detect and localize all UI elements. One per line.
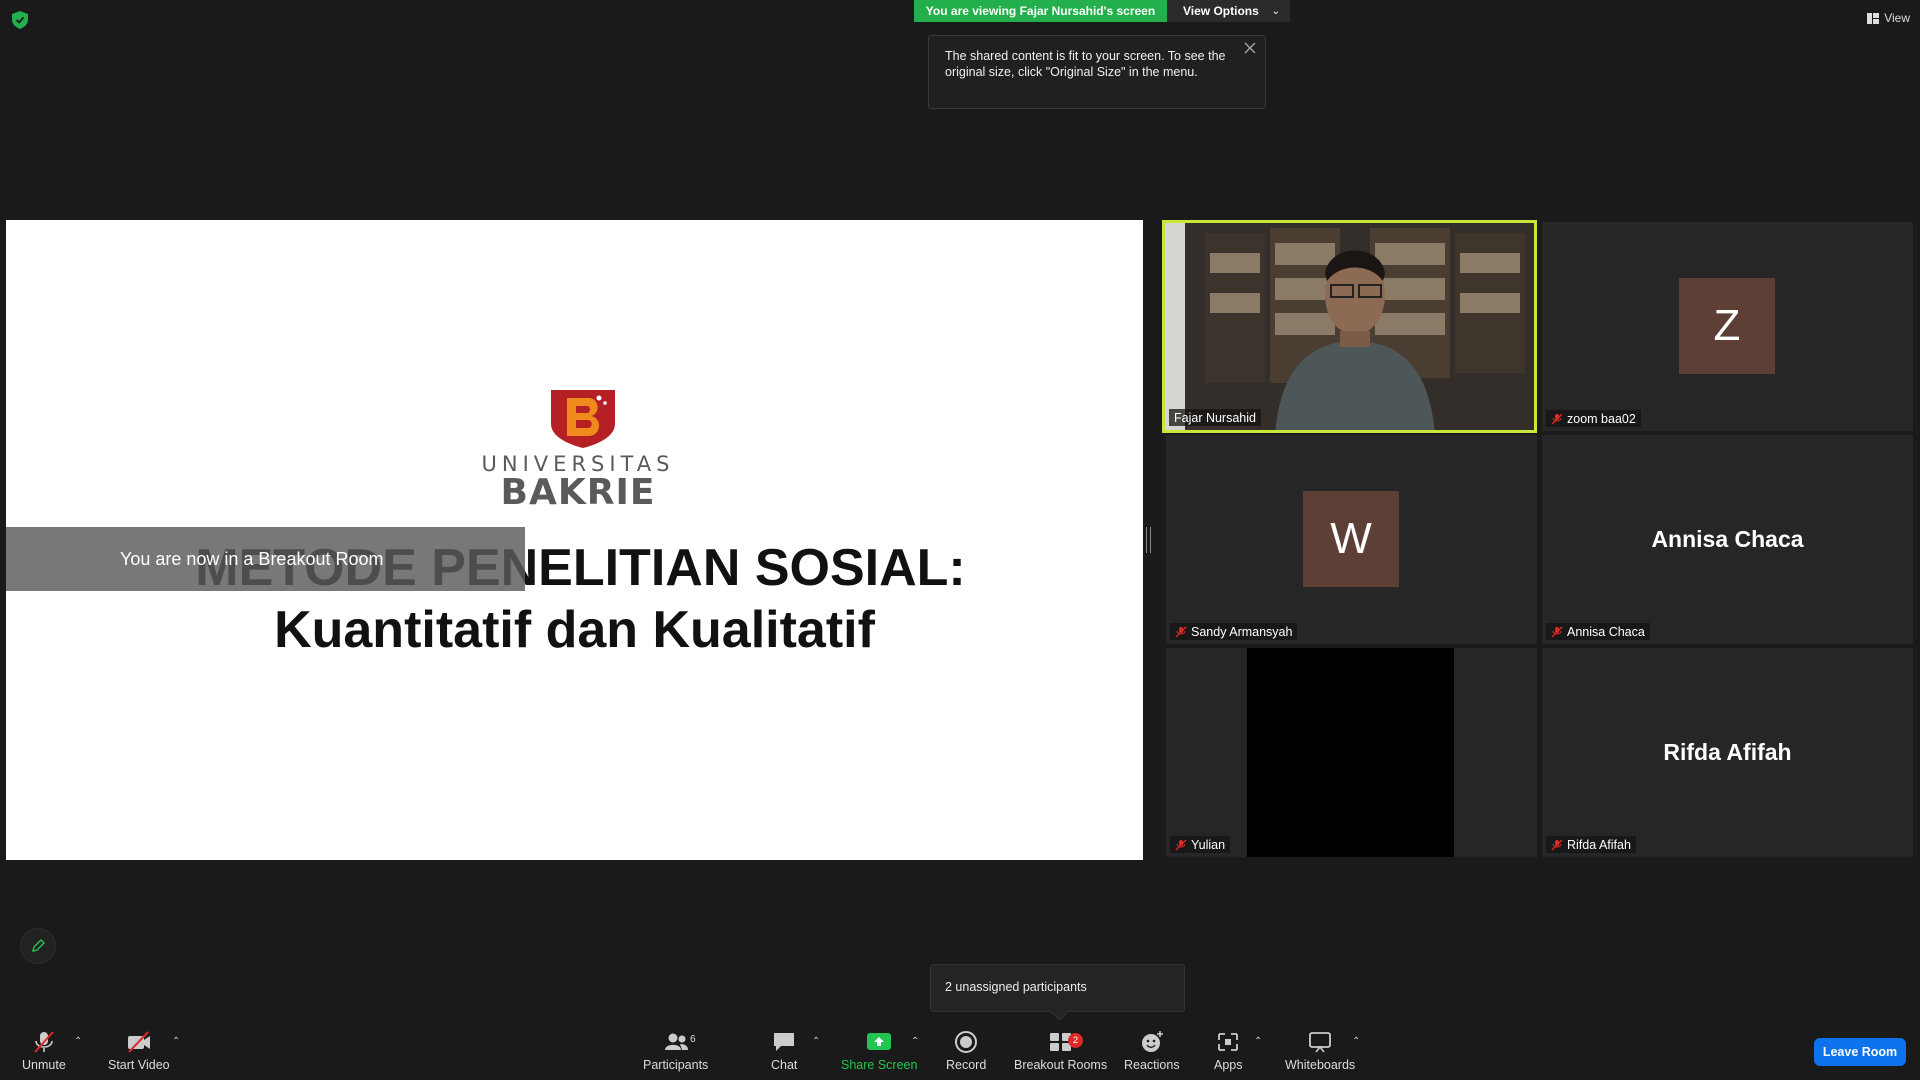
audio-options-caret[interactable]: ⌃ — [74, 1036, 82, 1047]
universitas-bakrie-logo: UNIVERSITAS BAKRIE — [478, 388, 678, 513]
share-screen-button[interactable]: Share Screen — [841, 1030, 917, 1078]
grid-view-icon — [1867, 12, 1880, 24]
participant-name: Annisa Chaca — [1567, 624, 1645, 639]
leave-room-button[interactable]: Leave Room — [1814, 1038, 1906, 1066]
chat-button[interactable]: Chat — [771, 1030, 797, 1078]
video-tile-fajar-nursahid[interactable]: Fajar Nursahid — [1162, 220, 1537, 433]
chat-options-caret[interactable]: ⌃ — [812, 1036, 820, 1047]
participant-name: Sandy Armansyah — [1191, 624, 1293, 639]
breakout-rooms-badge: 2 — [1068, 1033, 1083, 1048]
camera-feed — [1247, 648, 1454, 857]
participant-name: Rifda Afifah — [1567, 837, 1631, 852]
participants-count: 6 — [690, 1034, 696, 1045]
view-options-label: View Options — [1183, 4, 1259, 18]
tile-name-label: Rifda Afifah — [1546, 836, 1636, 853]
view-options-button[interactable]: View Options ⌄ — [1167, 0, 1290, 22]
video-tile-rifda-afifah[interactable]: Rifda Afifah Rifda Afifah — [1542, 648, 1913, 857]
record-label: Record — [946, 1058, 987, 1072]
breakout-rooms-label: Breakout Rooms — [1014, 1058, 1108, 1072]
video-options-caret[interactable]: ⌃ — [172, 1036, 180, 1047]
breakout-room-notice: You are now in a Breakout Room — [6, 527, 525, 591]
video-tile-zoom-baa02[interactable]: Z zoom baa02 — [1542, 222, 1913, 431]
reactions-label: Reactions — [1124, 1058, 1180, 1072]
meeting-toolbar: Unmute ⌃ Start Video ⌃ Participants 6 Ch… — [0, 1020, 1920, 1080]
view-label: View — [1884, 11, 1910, 25]
record-button[interactable]: Record — [946, 1030, 986, 1078]
share-screen-label: Share Screen — [841, 1058, 918, 1072]
resize-handle[interactable] — [1146, 527, 1151, 553]
muted-mic-icon — [1551, 839, 1563, 850]
tile-name-label: Annisa Chaca — [1546, 623, 1650, 640]
view-button[interactable]: View — [1867, 11, 1910, 25]
muted-mic-icon — [1175, 839, 1187, 850]
participant-name: Fajar Nursahid — [1174, 410, 1256, 425]
apps-button[interactable]: Apps — [1214, 1030, 1243, 1078]
avatar: W — [1303, 491, 1399, 587]
share-screen-icon — [867, 1033, 892, 1050]
logo-text-bakrie: BAKRIE — [500, 472, 656, 513]
screen-share-banner: You are viewing Fajar Nursahid's screen … — [914, 0, 1290, 22]
participants-button[interactable]: Participants — [643, 1030, 708, 1078]
unassigned-participants-popup[interactable]: 2 unassigned participants — [930, 964, 1185, 1012]
share-options-caret[interactable]: ⌃ — [911, 1036, 919, 1047]
muted-mic-icon — [1551, 413, 1563, 424]
participant-name: Yulian — [1191, 837, 1226, 852]
start-video-button[interactable]: Start Video — [108, 1030, 170, 1078]
video-off-icon — [127, 1031, 150, 1053]
video-tile-annisa-chaca[interactable]: Annisa Chaca Annisa Chaca — [1542, 435, 1913, 644]
avatar: Z — [1679, 278, 1775, 374]
start-video-label: Start Video — [108, 1058, 170, 1072]
record-icon — [955, 1031, 978, 1053]
unmute-button[interactable]: Unmute — [22, 1030, 66, 1078]
chevron-down-icon: ⌄ — [1271, 5, 1280, 17]
tile-name-label: Fajar Nursahid — [1169, 409, 1261, 426]
tile-name-label: Yulian — [1170, 836, 1231, 853]
camera-feed — [1165, 223, 1534, 430]
participants-icon — [664, 1033, 688, 1050]
logo-shield-icon — [551, 390, 615, 448]
participant-display-name: Rifda Afifah — [1663, 739, 1792, 765]
whiteboards-button[interactable]: Whiteboards — [1285, 1030, 1355, 1078]
breakout-rooms-button[interactable]: Breakout Rooms — [1014, 1030, 1107, 1078]
video-tile-sandy-armansyah[interactable]: W Sandy Armansyah — [1166, 435, 1537, 644]
video-tile-yulian[interactable]: Yulian — [1166, 648, 1537, 857]
tooltip-text: The shared content is fit to your screen… — [945, 49, 1226, 79]
apps-icon — [1218, 1033, 1239, 1051]
pencil-icon — [32, 939, 45, 952]
apps-options-caret[interactable]: ⌃ — [1254, 1036, 1262, 1047]
slide-title-line2: Kuantitatif dan Kualitatif — [274, 601, 875, 659]
tile-name-label: zoom baa02 — [1546, 410, 1641, 427]
fit-screen-tooltip: The shared content is fit to your screen… — [928, 35, 1266, 109]
unmute-label: Unmute — [22, 1058, 66, 1072]
muted-mic-icon — [34, 1031, 54, 1053]
tile-name-label: Sandy Armansyah — [1170, 623, 1298, 640]
close-icon[interactable] — [1243, 41, 1257, 55]
reactions-button[interactable]: Reactions — [1124, 1030, 1180, 1078]
annotate-button[interactable] — [20, 928, 56, 964]
participant-name: zoom baa02 — [1567, 411, 1636, 426]
whiteboard-icon — [1309, 1032, 1331, 1053]
whiteboards-options-caret[interactable]: ⌃ — [1352, 1036, 1360, 1047]
shield-icon[interactable] — [12, 11, 28, 29]
muted-mic-icon — [1175, 626, 1187, 637]
chat-icon — [774, 1033, 795, 1051]
participant-display-name: Annisa Chaca — [1651, 526, 1804, 552]
chat-label: Chat — [771, 1058, 798, 1072]
apps-label: Apps — [1214, 1058, 1243, 1072]
participants-label: Participants — [643, 1058, 709, 1072]
reactions-icon — [1141, 1031, 1163, 1052]
viewing-text: You are viewing Fajar Nursahid's screen — [914, 0, 1167, 22]
whiteboards-label: Whiteboards — [1285, 1058, 1356, 1072]
muted-mic-icon — [1551, 626, 1563, 637]
